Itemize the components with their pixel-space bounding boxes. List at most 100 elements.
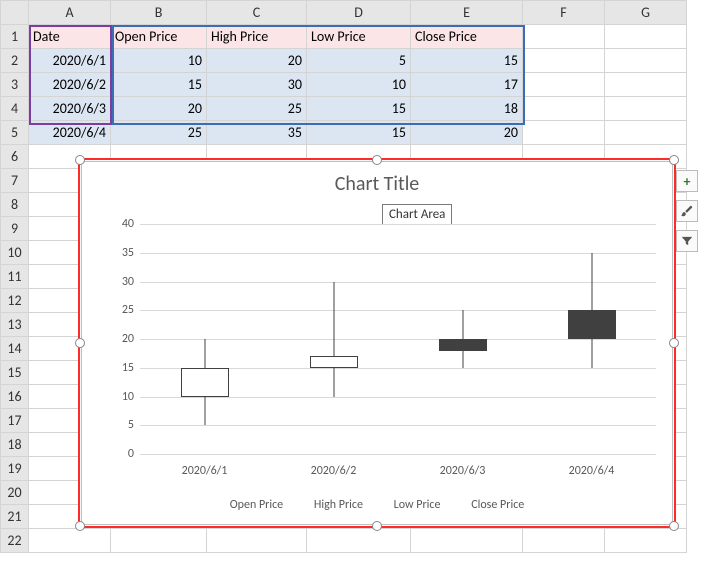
cell[interactable]: Close Price: [411, 25, 523, 49]
cell[interactable]: [523, 529, 605, 553]
chart-gridline: [140, 224, 656, 225]
row-header[interactable]: 10: [1, 241, 29, 265]
cell[interactable]: 15: [111, 73, 207, 97]
cell[interactable]: 2020/6/2: [29, 73, 111, 97]
cell[interactable]: Open Price: [111, 25, 207, 49]
col-header[interactable]: C: [207, 1, 307, 25]
row-header[interactable]: 5: [1, 121, 29, 145]
cell[interactable]: [207, 529, 307, 553]
cell[interactable]: [605, 121, 687, 145]
row-header[interactable]: 20: [1, 481, 29, 505]
row-header[interactable]: 22: [1, 529, 29, 553]
cell[interactable]: 25: [111, 121, 207, 145]
row-header[interactable]: 7: [1, 169, 29, 193]
cell[interactable]: [523, 121, 605, 145]
cell[interactable]: 15: [307, 97, 411, 121]
row-header[interactable]: 9: [1, 217, 29, 241]
cell[interactable]: 17: [411, 73, 523, 97]
row-header[interactable]: 16: [1, 385, 29, 409]
cell[interactable]: 18: [411, 97, 523, 121]
candlestick-body[interactable]: [181, 368, 229, 397]
candlestick-body[interactable]: [568, 310, 616, 339]
col-header[interactable]: G: [605, 1, 687, 25]
row-header[interactable]: 19: [1, 457, 29, 481]
cell[interactable]: [307, 529, 411, 553]
select-all-corner[interactable]: [1, 1, 29, 25]
cell[interactable]: Date: [29, 25, 111, 49]
col-header[interactable]: F: [523, 1, 605, 25]
legend-item[interactable]: Low Price: [394, 498, 441, 512]
cell[interactable]: [605, 73, 687, 97]
chart-filter-button[interactable]: [676, 230, 698, 252]
legend-item[interactable]: Close Price: [471, 498, 524, 512]
cell[interactable]: [605, 97, 687, 121]
cell[interactable]: 30: [207, 73, 307, 97]
candlestick-wick[interactable]: [333, 282, 334, 397]
cell[interactable]: [411, 529, 523, 553]
y-tick-label: 35: [104, 246, 134, 260]
cell[interactable]: 20: [111, 97, 207, 121]
col-header[interactable]: B: [111, 1, 207, 25]
cell[interactable]: 2020/6/3: [29, 97, 111, 121]
row-header[interactable]: 15: [1, 361, 29, 385]
chart-resize-handle[interactable]: [669, 338, 679, 348]
row-header[interactable]: 8: [1, 193, 29, 217]
row-header[interactable]: 2: [1, 49, 29, 73]
row-header[interactable]: 6: [1, 145, 29, 169]
candlestick-body[interactable]: [439, 339, 487, 351]
row-header[interactable]: 18: [1, 433, 29, 457]
legend-item[interactable]: Open Price: [230, 498, 283, 512]
row-header[interactable]: 17: [1, 409, 29, 433]
cell[interactable]: [605, 529, 687, 553]
chart-legend[interactable]: Open Price High Price Low Price Close Pr…: [82, 498, 672, 512]
cell[interactable]: [111, 529, 207, 553]
chart-resize-handle[interactable]: [75, 338, 85, 348]
cell[interactable]: 25: [207, 97, 307, 121]
cell[interactable]: [605, 49, 687, 73]
chart-resize-handle[interactable]: [669, 155, 679, 165]
chart-styles-button[interactable]: [676, 200, 698, 222]
row-header[interactable]: 14: [1, 337, 29, 361]
cell[interactable]: [523, 97, 605, 121]
row-header[interactable]: 11: [1, 265, 29, 289]
col-header[interactable]: E: [411, 1, 523, 25]
cell[interactable]: [523, 73, 605, 97]
chart-resize-handle[interactable]: [75, 521, 85, 531]
chart-plot-area[interactable]: 05101520253035402020/6/12020/6/22020/6/3…: [140, 224, 656, 454]
cell[interactable]: 15: [411, 49, 523, 73]
cell[interactable]: [523, 49, 605, 73]
candlestick-body[interactable]: [310, 356, 358, 368]
filter-icon: [680, 234, 694, 248]
cell[interactable]: 5: [307, 49, 411, 73]
row-header[interactable]: 4: [1, 97, 29, 121]
cell[interactable]: 10: [111, 49, 207, 73]
cell[interactable]: 20: [207, 49, 307, 73]
cell[interactable]: 20: [411, 121, 523, 145]
cell[interactable]: [29, 529, 111, 553]
chart-resize-handle[interactable]: [75, 155, 85, 165]
col-header[interactable]: D: [307, 1, 411, 25]
chart-resize-handle[interactable]: [372, 155, 382, 165]
row-header[interactable]: 12: [1, 289, 29, 313]
row-header[interactable]: 3: [1, 73, 29, 97]
chart-resize-handle[interactable]: [669, 521, 679, 531]
cell[interactable]: [523, 25, 605, 49]
cell[interactable]: High Price: [207, 25, 307, 49]
chart-area[interactable]: Chart Title Chart Area 05101520253035402…: [81, 161, 673, 525]
cell[interactable]: 2020/6/4: [29, 121, 111, 145]
chart-title[interactable]: Chart Title: [82, 172, 672, 196]
row-header[interactable]: 1: [1, 25, 29, 49]
chart-resize-handle[interactable]: [372, 521, 382, 531]
chart-add-element-button[interactable]: +: [676, 170, 698, 192]
chart-object[interactable]: Chart Title Chart Area 05101520253035402…: [78, 158, 676, 528]
row-header[interactable]: 13: [1, 313, 29, 337]
col-header[interactable]: A: [29, 1, 111, 25]
cell[interactable]: 2020/6/1: [29, 49, 111, 73]
row-header[interactable]: 21: [1, 505, 29, 529]
cell[interactable]: 15: [307, 121, 411, 145]
cell[interactable]: 35: [207, 121, 307, 145]
legend-item[interactable]: High Price: [314, 498, 363, 512]
cell[interactable]: 10: [307, 73, 411, 97]
cell[interactable]: Low Price: [307, 25, 411, 49]
cell[interactable]: [605, 25, 687, 49]
